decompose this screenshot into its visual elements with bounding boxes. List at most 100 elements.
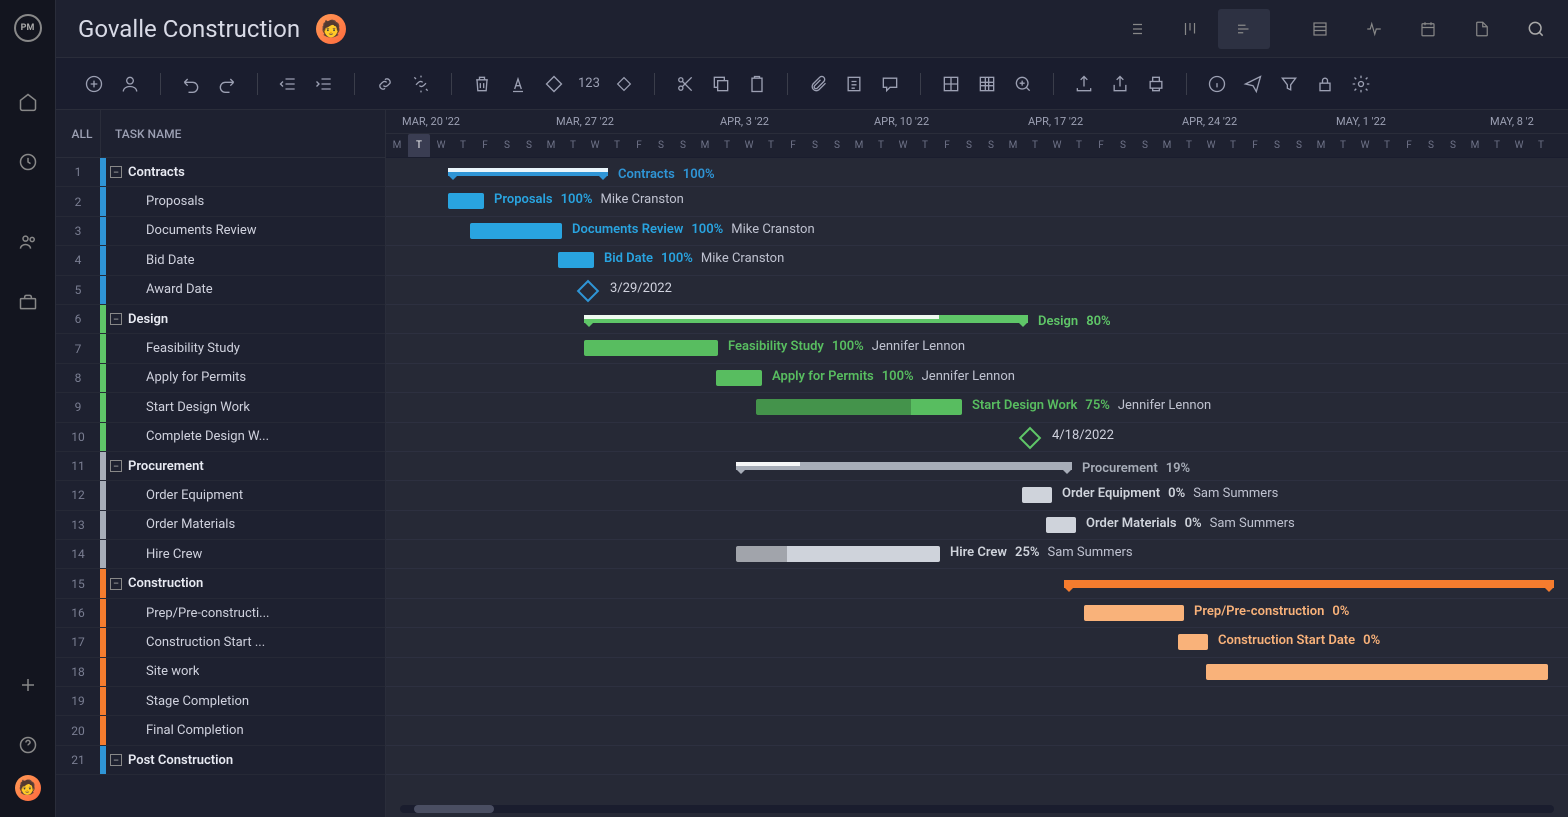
search-icon[interactable]: [1526, 19, 1546, 39]
export-icon[interactable]: [1068, 68, 1100, 100]
delete-icon[interactable]: [466, 68, 498, 100]
task-name: Bid Date: [146, 253, 195, 268]
col-header-name[interactable]: TASK NAME: [101, 127, 385, 141]
task-row[interactable]: 13 Order Materials: [56, 511, 385, 540]
send-icon[interactable]: [1237, 68, 1269, 100]
copy-icon[interactable]: [705, 68, 737, 100]
milestone-icon[interactable]: [608, 68, 640, 100]
text-format-icon[interactable]: [502, 68, 534, 100]
view-board-icon[interactable]: [1164, 9, 1216, 49]
task-row[interactable]: 15 −Construction: [56, 569, 385, 598]
view-sheet-icon[interactable]: [1294, 9, 1346, 49]
project-avatar[interactable]: 🧑: [316, 14, 346, 44]
collapse-icon[interactable]: −: [110, 313, 122, 325]
collapse-icon[interactable]: −: [110, 460, 122, 472]
link-icon[interactable]: [369, 68, 401, 100]
user-avatar[interactable]: 🧑: [15, 775, 41, 801]
task-row[interactable]: 4 Bid Date: [56, 246, 385, 275]
help-icon[interactable]: [16, 733, 40, 757]
collapse-icon[interactable]: −: [110, 754, 122, 766]
home-icon[interactable]: [16, 90, 40, 114]
app-logo[interactable]: PM: [14, 14, 42, 42]
gantt-row: [386, 276, 1568, 305]
task-name: Procurement: [128, 459, 204, 474]
outdent-icon[interactable]: [272, 68, 304, 100]
gantt-summary-bar[interactable]: Contracts100%: [448, 168, 608, 176]
tag-icon[interactable]: [538, 68, 570, 100]
gantt-task-bar[interactable]: Order Materials0%Sam Summers: [1046, 517, 1076, 533]
view-file-icon[interactable]: [1456, 9, 1508, 49]
horizontal-scrollbar[interactable]: [400, 805, 1554, 813]
collapse-icon[interactable]: −: [110, 578, 122, 590]
notes-icon[interactable]: [838, 68, 870, 100]
view-activity-icon[interactable]: [1348, 9, 1400, 49]
task-row[interactable]: 10 Complete Design W...: [56, 423, 385, 452]
day-cell: S: [650, 134, 672, 158]
add-task-icon[interactable]: [78, 68, 110, 100]
gantt-task-bar[interactable]: Documents Review100%Mike Cranston: [470, 223, 562, 239]
task-row[interactable]: 14 Hire Crew: [56, 540, 385, 569]
task-row[interactable]: 2 Proposals: [56, 187, 385, 216]
gantt-task-bar[interactable]: [1206, 664, 1548, 680]
task-row[interactable]: 19 Stage Completion: [56, 687, 385, 716]
add-icon[interactable]: [16, 673, 40, 697]
share-icon[interactable]: [1104, 68, 1136, 100]
view-calendar-icon[interactable]: [1402, 9, 1454, 49]
paste-icon[interactable]: [741, 68, 773, 100]
assign-icon[interactable]: [114, 68, 146, 100]
settings-icon[interactable]: [1345, 68, 1377, 100]
task-row[interactable]: 5 Award Date: [56, 276, 385, 305]
task-row[interactable]: 3 Documents Review: [56, 217, 385, 246]
top-bar: Govalle Construction 🧑: [56, 0, 1568, 58]
gantt-task-bar[interactable]: Order Equipment0%Sam Summers: [1022, 487, 1052, 503]
team-icon[interactable]: [16, 230, 40, 254]
col-header-all[interactable]: ALL: [56, 127, 100, 141]
attachment-icon[interactable]: [802, 68, 834, 100]
task-row[interactable]: 6 −Design: [56, 305, 385, 334]
recent-icon[interactable]: [16, 150, 40, 174]
gantt-task-bar[interactable]: Start Design Work75%Jennifer Lennon: [756, 399, 962, 415]
gantt-body[interactable]: Contracts100% Proposals100%Mike Cranston D…: [386, 158, 1568, 817]
gantt-task-bar[interactable]: Bid Date100%Mike Cranston: [558, 252, 594, 268]
lock-icon[interactable]: [1309, 68, 1341, 100]
undo-icon[interactable]: [175, 68, 207, 100]
gantt-summary-bar[interactable]: Procurement19%: [736, 462, 1072, 470]
gantt-summary-bar[interactable]: [1064, 580, 1554, 588]
gantt-task-bar[interactable]: Apply for Permits100%Jennifer Lennon: [716, 370, 762, 386]
task-row[interactable]: 17 Construction Start ...: [56, 628, 385, 657]
task-row[interactable]: 7 Feasibility Study: [56, 334, 385, 363]
gantt-summary-bar[interactable]: Design80%: [584, 315, 1028, 323]
columns-icon[interactable]: [935, 68, 967, 100]
filter-icon[interactable]: [1273, 68, 1305, 100]
print-icon[interactable]: [1140, 68, 1172, 100]
gantt-task-bar[interactable]: Proposals100%Mike Cranston: [448, 193, 484, 209]
task-row[interactable]: 20 Final Completion: [56, 716, 385, 745]
task-row[interactable]: 1 −Contracts: [56, 158, 385, 187]
cut-icon[interactable]: [669, 68, 701, 100]
comment-icon[interactable]: [874, 68, 906, 100]
task-row[interactable]: 18 Site work: [56, 658, 385, 687]
collapse-icon[interactable]: −: [110, 166, 122, 178]
task-row[interactable]: 12 Order Equipment: [56, 481, 385, 510]
view-gantt-icon[interactable]: [1218, 9, 1270, 49]
scrollbar-thumb[interactable]: [414, 805, 494, 813]
view-list-icon[interactable]: [1110, 9, 1162, 49]
task-row[interactable]: 16 Prep/Pre-constructi...: [56, 599, 385, 628]
gantt-task-bar[interactable]: Prep/Pre-construction0%: [1084, 605, 1184, 621]
grid-icon[interactable]: [971, 68, 1003, 100]
gantt-task-bar[interactable]: Feasibility Study100%Jennifer Lennon: [584, 340, 718, 356]
unlink-icon[interactable]: [405, 68, 437, 100]
gantt-bar-label: Construction Start Date0%: [1218, 632, 1380, 650]
gantt-task-bar[interactable]: Hire Crew25%Sam Summers: [736, 546, 940, 562]
indent-icon[interactable]: [308, 68, 340, 100]
redo-icon[interactable]: [211, 68, 243, 100]
info-icon[interactable]: [1201, 68, 1233, 100]
gantt-task-bar[interactable]: Construction Start Date0%: [1178, 634, 1208, 650]
task-row[interactable]: 21 −Post Construction: [56, 746, 385, 775]
task-row[interactable]: 8 Apply for Permits: [56, 364, 385, 393]
task-row[interactable]: 11 −Procurement: [56, 452, 385, 481]
zoom-icon[interactable]: [1007, 68, 1039, 100]
task-row[interactable]: 9 Start Design Work: [56, 393, 385, 422]
briefcase-icon[interactable]: [16, 290, 40, 314]
percent-text[interactable]: 123: [574, 76, 604, 91]
